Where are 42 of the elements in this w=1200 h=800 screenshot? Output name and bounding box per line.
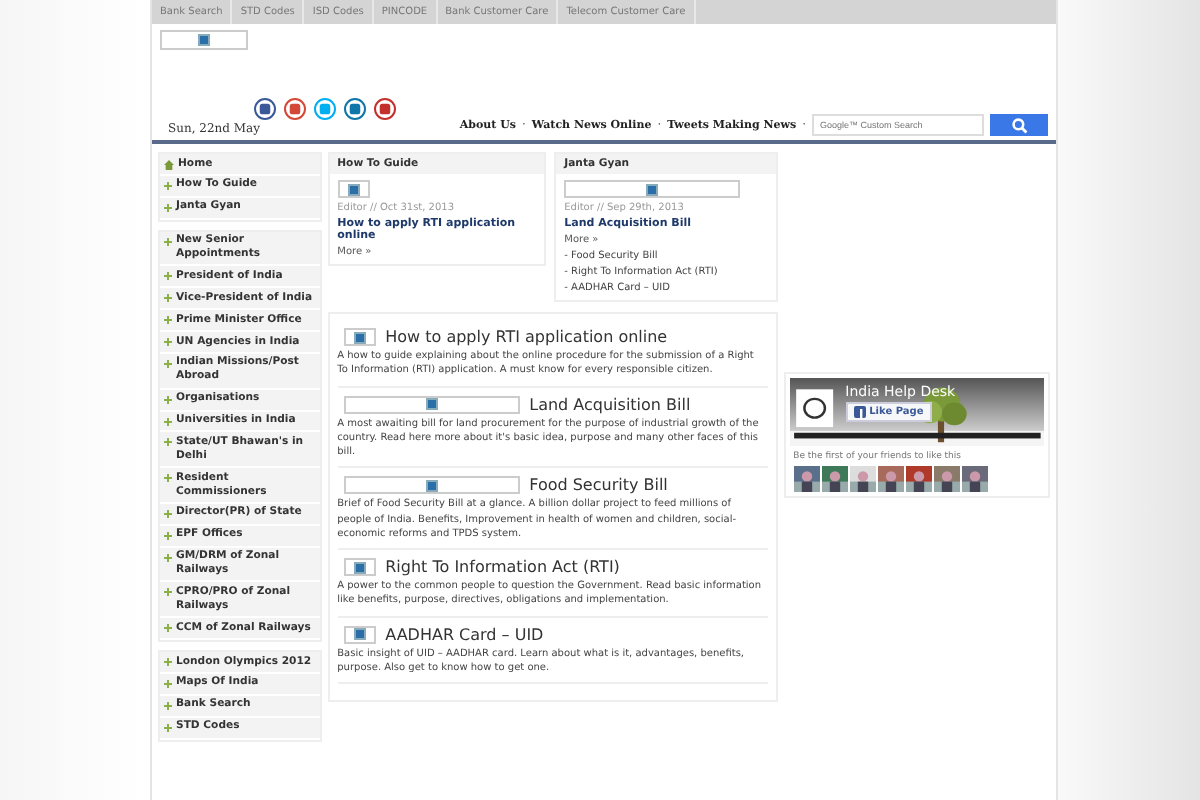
- search-icon: [1011, 117, 1027, 133]
- search-button[interactable]: [990, 114, 1048, 136]
- plus-icon: [164, 679, 172, 688]
- plus-icon: [164, 723, 172, 732]
- plus-icon: [164, 509, 172, 518]
- plus-icon: [164, 531, 172, 540]
- article-title[interactable]: Land Acquisition Bill: [529, 395, 691, 413]
- plus-icon: [164, 316, 172, 325]
- broken-image-icon: [160, 30, 248, 50]
- broken-image-icon: [343, 558, 376, 576]
- plus-icon: [164, 553, 172, 562]
- plus-icon: [164, 624, 172, 633]
- broken-image-icon: [343, 395, 520, 413]
- plus-icon: [164, 272, 172, 281]
- article-title[interactable]: AADHAR Card – UID: [385, 625, 544, 643]
- plus-icon: [164, 294, 172, 303]
- broken-image-icon: [343, 625, 376, 643]
- plus-icon: [164, 181, 172, 190]
- home-icon: [164, 160, 174, 170]
- social-icon[interactable]: [374, 98, 396, 120]
- broken-image-icon: [343, 476, 520, 495]
- plus-icon: [164, 474, 172, 483]
- broken-image-icon: [343, 328, 376, 346]
- social-icon[interactable]: [254, 98, 276, 120]
- broken-image-icon: [564, 180, 741, 198]
- article-title[interactable]: How to apply RTI application online: [385, 328, 668, 346]
- article-title[interactable]: Food Security Bill: [529, 476, 668, 495]
- plus-icon: [164, 417, 172, 425]
- plus-icon: [164, 395, 172, 404]
- plus-icon: [164, 438, 172, 447]
- plus-icon: [164, 237, 172, 246]
- article-title[interactable]: Right To Information Act (RTI): [385, 558, 620, 576]
- broken-image-icon: [337, 180, 370, 198]
- plus-icon: [164, 359, 172, 368]
- plus-icon: [164, 338, 172, 346]
- social-icon[interactable]: [284, 98, 306, 120]
- plus-icon: [164, 588, 172, 597]
- facebook-icon: [853, 406, 866, 418]
- plus-icon: [164, 203, 172, 212]
- social-icon[interactable]: [344, 98, 366, 120]
- plus-icon: [164, 658, 172, 666]
- plus-icon: [164, 701, 172, 710]
